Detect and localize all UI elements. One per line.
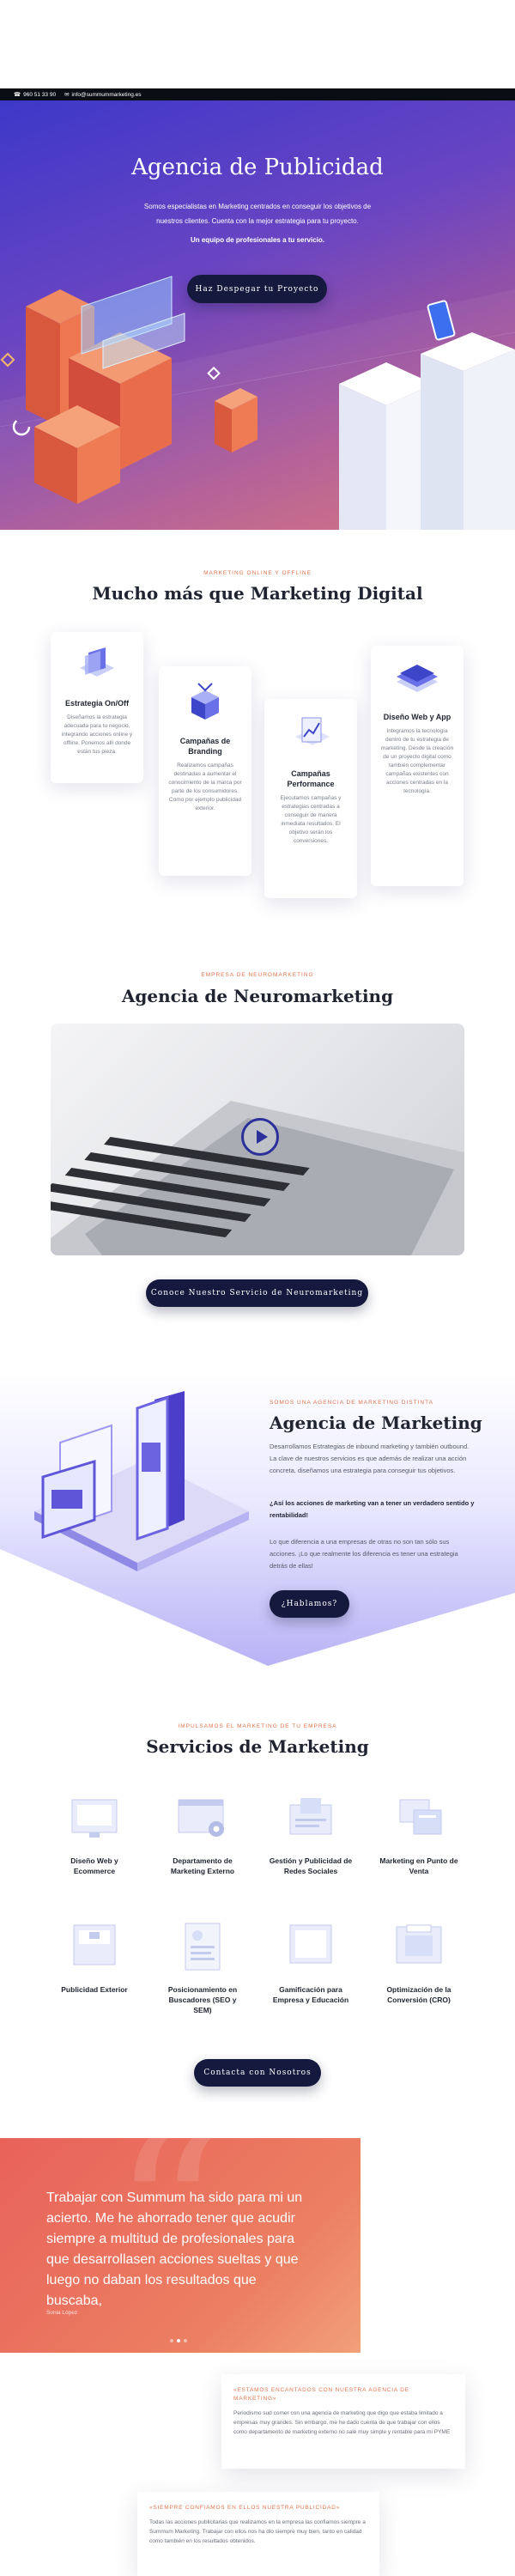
service-card-estrategia[interactable]: Estrategia On/Off Diseñamos la estrategi…	[51, 632, 143, 783]
service-item[interactable]: Diseño Web y Ecommerce	[52, 1795, 137, 1876]
servicios-eyebrow: IMPULSAMOS EL MARKETING DE TU EMPRESA	[178, 1723, 337, 1729]
card-title: Campañas de Branding	[179, 737, 231, 756]
card-text: Diseñamos la estrategia adecuada para tu…	[61, 714, 133, 755]
hero-illustration	[0, 276, 515, 530]
carousel-dot-active[interactable]	[177, 2339, 180, 2342]
servicios-cta-button[interactable]: Contacta con Nosotros	[194, 2059, 321, 2087]
review-text: Todas las acciones publicitarias que rea…	[149, 2519, 366, 2544]
service-item[interactable]: Departamento de Marketing Externo	[160, 1795, 245, 1876]
service-item[interactable]: Marketing en Punto de Venta	[376, 1795, 462, 1876]
review-card-2: «SIEMPRE CONFIAMOS EN ELLOS NUESTRA PUBL…	[137, 2492, 379, 2576]
seo-document-icon	[185, 1923, 221, 1971]
service-item[interactable]: Posicionamiento en Buscadores (SEO y SEM…	[160, 1922, 245, 2015]
neuro-cta-button[interactable]: Conoce Nuestro Servicio de Neuromarketin…	[146, 1279, 368, 1307]
service-item[interactable]: Gamificación para Empresa y Educación	[268, 1922, 354, 2005]
mail-icon: ✉	[64, 92, 70, 98]
service-item[interactable]: Optimización de la Conversión (CRO)	[376, 1922, 462, 2005]
service-card-branding[interactable]: Campañas de Branding Realizamos campañas…	[159, 666, 251, 876]
phone-icon: ☎	[14, 92, 21, 98]
branding-box-icon	[191, 683, 219, 720]
browser-gear-icon	[178, 1799, 224, 1837]
neuro-video[interactable]	[51, 1024, 464, 1255]
review-text: Periodismo sud comer con una agencia de …	[233, 2410, 451, 2435]
top-bar: ☎ 960 51 33 90 ✉ info@summummarketing.es	[0, 88, 515, 100]
service-item[interactable]: Publicidad Exterior	[52, 1922, 137, 1995]
card-text: Ejecutamos campañas y estrategias centra…	[280, 795, 342, 844]
card-title: Campañas Performance	[287, 769, 335, 788]
hero-title: Agencia de Publicidad	[131, 155, 384, 180]
review-title: «SIEMPRE CONFIAMOS EN ELLOS NUESTRA PUBL…	[149, 2505, 341, 2511]
phone-contact[interactable]: ☎ 960 51 33 90	[14, 91, 56, 99]
service-label: Departamento de Marketing Externo	[170, 1856, 235, 1875]
marketing-paragraph-3: Lo que diferencia a una empresas de otra…	[270, 1538, 458, 1570]
intro-eyebrow: MARKETING ONLINE Y OFFLINE	[203, 570, 312, 576]
marketing-eyebrow: SOMOS UNA AGENCIA DE MARKETING DISTINTA	[270, 1400, 433, 1406]
web-app-layers-icon	[397, 665, 438, 692]
pos-icon	[399, 1799, 442, 1835]
service-card-web-app[interactable]: Diseño Web y App Integramos la tecnologí…	[371, 646, 464, 886]
neuro-title: Agencia de Neuromarketing	[121, 986, 394, 1006]
hero-subtitle: Somos especialistas en Marketing centrad…	[143, 203, 372, 225]
billboard-icon	[73, 1924, 116, 1965]
performance-chart-icon	[295, 717, 330, 745]
carousel-dot[interactable]	[184, 2339, 187, 2342]
card-title: Estrategia On/Off	[64, 699, 129, 708]
email-contact[interactable]: ✉ info@summummarketing.es	[64, 91, 141, 99]
marketing-paragraph-2: ¿Así los acciones de marketing van a ten…	[270, 1499, 475, 1519]
testimonial-block: “ Trabajar con Summum ha sido para mi un…	[0, 2138, 360, 2353]
hero-section: Agencia de Publicidad Somos especialista…	[0, 100, 515, 530]
servicios-title: Servicios de Marketing	[146, 1736, 369, 1757]
service-label: Optimización de la Conversión (CRO)	[386, 1985, 451, 2004]
service-label: Gestión y Publicidad de Redes Sociales	[269, 1856, 353, 1875]
hero-tagline: Un equipo de profesionales a tu servicio…	[190, 236, 325, 244]
marketing-title: Agencia de Marketing	[270, 1413, 482, 1433]
service-item[interactable]: Gestión y Publicidad de Redes Sociales	[268, 1795, 354, 1876]
social-media-icon	[289, 1798, 332, 1835]
conversion-icon	[396, 1924, 442, 1964]
marketing-paragraph-1: Desarrollamos Estrategias de inbound mar…	[270, 1443, 470, 1474]
marketing-cta-button[interactable]: ¿Hablamos?	[270, 1590, 349, 1618]
testimonial-quote: Trabajar con Summum ha sido para mi un a…	[46, 2190, 303, 2308]
web-design-icon	[71, 1799, 118, 1838]
card-title: Diseño Web y App	[383, 713, 451, 721]
service-card-performance[interactable]: Campañas Performance Ejecutamos campañas…	[264, 699, 357, 898]
marketing-devices-illustration	[34, 1391, 249, 1571]
service-label: Gamificación para Empresa y Educación	[272, 1985, 349, 2004]
carousel-dots[interactable]	[170, 2339, 187, 2342]
testimonial-author: Sonia López	[46, 2310, 78, 2316]
service-label: Diseño Web y Ecommerce	[70, 1856, 118, 1875]
play-button[interactable]	[241, 1118, 279, 1156]
service-label: Marketing en Punto de Venta	[379, 1856, 458, 1875]
service-label: Posicionamiento en Buscadores (SEO y SEM…	[167, 1985, 238, 2014]
neuro-eyebrow: EMPRESA DE NEUROMARKETING	[201, 972, 314, 978]
strategy-cube-icon	[80, 647, 114, 677]
play-icon	[256, 1130, 268, 1144]
card-text: Realizamos campañas destinadas a aumenta…	[168, 762, 242, 811]
review-card-1: «ESTAMOS ENCANTADOS CON NUESTRA AGENCIA …	[221, 2374, 465, 2469]
review-title: «ESTAMOS ENCANTADOS CON NUESTRA AGENCIA …	[233, 2387, 409, 2402]
service-label: Publicidad Exterior	[61, 1985, 128, 1994]
intro-title: Mucho más que Marketing Digital	[92, 583, 423, 604]
gamification-icon	[289, 1924, 332, 1964]
carousel-dot[interactable]	[170, 2339, 173, 2342]
card-text: Integramos la tecnología dentro de tu es…	[380, 728, 454, 794]
